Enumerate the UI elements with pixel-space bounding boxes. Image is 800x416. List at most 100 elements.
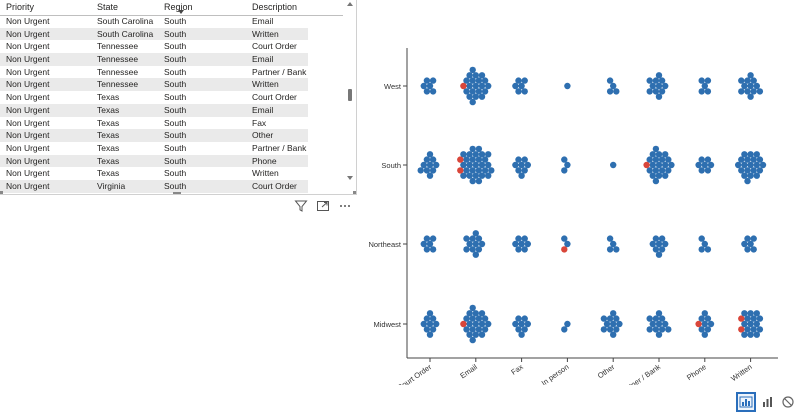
data-point[interactable] <box>478 240 486 248</box>
data-point[interactable] <box>655 93 663 100</box>
data-point[interactable] <box>561 326 568 333</box>
data-point[interactable] <box>744 177 751 185</box>
data-point[interactable] <box>475 145 483 153</box>
data-point[interactable] <box>466 93 473 100</box>
data-point[interactable] <box>564 240 571 248</box>
data-point[interactable] <box>466 240 473 248</box>
data-point[interactable] <box>426 161 434 169</box>
data-point[interactable] <box>420 161 427 169</box>
data-point[interactable] <box>426 82 434 90</box>
data-point[interactable] <box>518 320 525 328</box>
data-point[interactable] <box>512 161 519 169</box>
data-point[interactable] <box>521 315 528 322</box>
data-point[interactable] <box>704 156 712 163</box>
table-row[interactable]: Non Urgent Tennessee South Partner / Bank <box>0 66 308 79</box>
data-point[interactable] <box>472 82 479 90</box>
data-point[interactable] <box>662 82 669 90</box>
data-point[interactable] <box>747 172 754 179</box>
data-point[interactable] <box>750 235 757 242</box>
data-point-red[interactable] <box>460 82 467 90</box>
data-point[interactable] <box>649 161 656 169</box>
data-point[interactable] <box>698 88 705 95</box>
data-point[interactable] <box>564 82 571 90</box>
data-point[interactable] <box>420 240 427 248</box>
data-point[interactable] <box>485 151 492 158</box>
table-row[interactable]: Non Urgent Virginia South Court Order <box>0 179 308 193</box>
data-point[interactable] <box>423 77 431 84</box>
data-point-red[interactable] <box>457 167 464 174</box>
resize-handle-bottom[interactable] <box>173 192 181 194</box>
data-point[interactable] <box>521 235 528 242</box>
data-point[interactable] <box>600 315 608 322</box>
data-point[interactable] <box>469 177 476 185</box>
data-point[interactable] <box>747 72 754 79</box>
data-point[interactable] <box>747 320 754 328</box>
data-point[interactable] <box>426 240 434 248</box>
data-point[interactable] <box>655 331 663 338</box>
column-header-description[interactable]: Description <box>252 2 297 12</box>
data-point[interactable] <box>466 72 473 79</box>
data-point[interactable] <box>655 310 663 317</box>
data-point[interactable] <box>521 246 528 253</box>
data-point[interactable] <box>485 82 492 90</box>
data-point[interactable] <box>662 172 669 179</box>
data-point[interactable] <box>423 88 431 95</box>
data-point[interactable] <box>649 240 656 248</box>
data-point[interactable] <box>469 66 476 74</box>
data-point[interactable] <box>472 72 479 79</box>
data-point[interactable] <box>613 88 620 95</box>
data-point[interactable] <box>472 331 479 338</box>
data-point[interactable] <box>515 77 522 84</box>
data-point[interactable] <box>515 246 522 253</box>
data-point[interactable] <box>744 235 751 242</box>
data-point[interactable] <box>701 331 708 338</box>
data-point[interactable] <box>518 161 525 169</box>
data-point[interactable] <box>655 320 663 328</box>
data-point[interactable] <box>561 167 568 174</box>
data-point[interactable] <box>423 246 431 253</box>
data-point[interactable] <box>610 310 617 317</box>
data-point[interactable] <box>466 161 473 169</box>
data-point[interactable] <box>759 161 767 169</box>
data-point[interactable] <box>698 235 705 242</box>
table-row[interactable]: Non Urgent Tennessee South Email <box>0 53 308 66</box>
data-point[interactable] <box>606 246 614 253</box>
data-point[interactable] <box>750 246 757 253</box>
data-point[interactable] <box>472 161 479 169</box>
data-point[interactable] <box>606 235 614 242</box>
scrollbar-thumb[interactable] <box>348 89 352 101</box>
data-point[interactable] <box>658 235 666 242</box>
data-point[interactable] <box>701 310 708 317</box>
table-row[interactable]: Non Urgent South Carolina South Email <box>0 15 308 28</box>
vertical-scrollbar[interactable] <box>344 0 356 194</box>
data-point[interactable] <box>426 172 434 179</box>
no-data-icon[interactable] <box>778 392 798 412</box>
data-point[interactable] <box>429 235 437 242</box>
data-point[interactable] <box>704 77 712 84</box>
data-point-red[interactable] <box>643 161 650 169</box>
data-point[interactable] <box>747 93 754 100</box>
data-point[interactable] <box>753 320 760 328</box>
data-point[interactable] <box>466 331 473 338</box>
data-point[interactable] <box>472 320 479 328</box>
data-point[interactable] <box>478 331 486 338</box>
data-point[interactable] <box>478 93 486 100</box>
data-point[interactable] <box>707 161 715 169</box>
table-row[interactable]: Non Urgent Texas South Fax <box>0 117 308 130</box>
scroll-up-icon[interactable] <box>347 2 353 6</box>
data-point[interactable] <box>478 151 486 158</box>
data-point[interactable] <box>488 167 495 174</box>
table-row[interactable]: Non Urgent Tennessee South Court Order <box>0 40 308 53</box>
data-point[interactable] <box>515 315 522 322</box>
data-point[interactable] <box>655 72 663 79</box>
data-point[interactable] <box>649 320 656 328</box>
data-point[interactable] <box>668 161 675 169</box>
focus-mode-icon[interactable] <box>316 199 330 218</box>
data-point[interactable] <box>469 145 476 153</box>
data-point[interactable] <box>741 161 748 169</box>
data-point[interactable] <box>753 82 760 90</box>
data-point[interactable] <box>478 72 486 79</box>
data-point[interactable] <box>423 235 431 242</box>
table-row[interactable]: Non Urgent Tennessee South Written <box>0 78 308 92</box>
data-point[interactable] <box>606 77 614 84</box>
